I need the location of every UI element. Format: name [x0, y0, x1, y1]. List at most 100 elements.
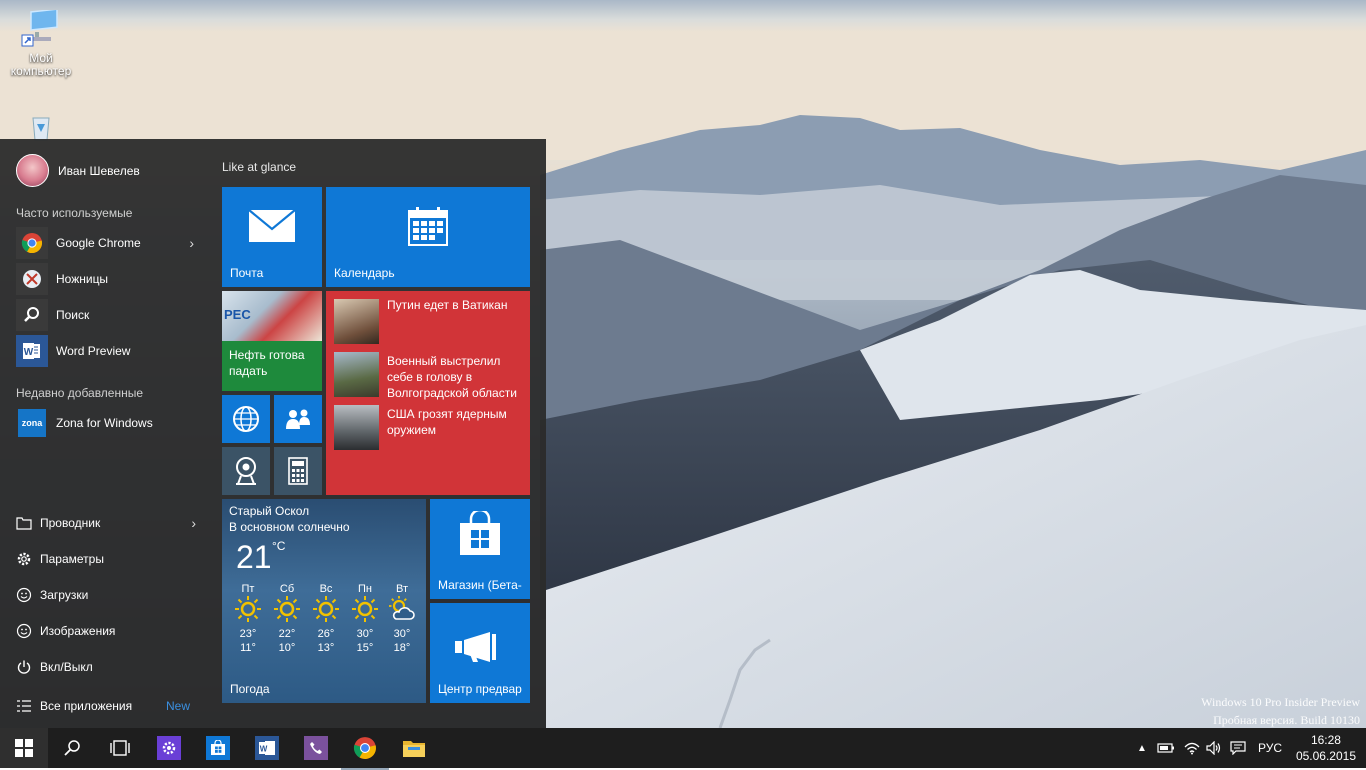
chevron-right-icon[interactable]: ›: [189, 235, 194, 251]
taskbar-search-button[interactable]: [48, 728, 96, 768]
downloads-icon: [14, 585, 34, 605]
system-item-power[interactable]: Вкл/Выкл: [14, 653, 204, 681]
windows-logo-icon: [15, 739, 33, 757]
tile-insider-hub[interactable]: Центр предвар: [430, 603, 530, 703]
taskbar-app-chrome[interactable]: [341, 728, 389, 770]
start-menu-left-pane: Иван Шевелев Часто используемые Google C…: [0, 139, 210, 728]
tile-label: Почта: [230, 266, 264, 280]
tile-group-title: Like at glance: [222, 160, 297, 174]
computer-icon: [21, 8, 61, 50]
tile-finance[interactable]: РЕС Нефть готова падать: [222, 291, 322, 391]
forecast-high: 30°: [356, 628, 374, 640]
tile-news[interactable]: Путин едет в Ватикан Военный выстрелил с…: [326, 291, 530, 495]
sun-icon: [274, 596, 300, 622]
app-search[interactable]: Поиск: [16, 299, 204, 331]
system-item-label: Вкл/Выкл: [40, 660, 93, 674]
webcam-icon: [236, 457, 256, 485]
chrome-icon: [16, 227, 48, 259]
app-word-preview[interactable]: W Word Preview: [16, 335, 204, 367]
phone-icon: [304, 736, 328, 760]
sun-icon: [352, 596, 378, 622]
chrome-icon: [353, 737, 376, 759]
forecast-day-name: Сб: [279, 583, 295, 595]
watermark-edition: Windows 10 Pro Insider Preview: [1201, 695, 1360, 709]
battery-icon[interactable]: [1157, 742, 1175, 754]
system-item-pictures[interactable]: Изображения: [14, 617, 204, 645]
taskbar-app-settings[interactable]: [145, 728, 193, 768]
svg-text:W: W: [24, 347, 34, 358]
forecast-low: 10°: [278, 642, 296, 654]
people-icon: [286, 409, 310, 429]
system-item-downloads[interactable]: Загрузки: [14, 581, 204, 609]
taskbar-app-viber[interactable]: [292, 728, 340, 768]
clock[interactable]: 16:28 05.06.2015: [1296, 732, 1356, 764]
weather-unit: °C: [272, 539, 286, 553]
search-icon: [16, 299, 48, 331]
system-item-settings[interactable]: Параметры: [14, 545, 204, 573]
calendar-icon: [408, 207, 448, 246]
tile-weather[interactable]: Старый Оскол В основном солнечно 21 °C П…: [222, 499, 426, 703]
folder-icon: [403, 741, 425, 757]
desktop-icon-label: Мой компьютер: [10, 51, 72, 78]
user-account[interactable]: Иван Шевелев: [16, 154, 140, 187]
start-menu-tiles: Like at glance Почта Календарь РЕС Нефть…: [210, 139, 546, 728]
new-badge: New: [165, 699, 190, 713]
forecast-low: 18°: [393, 642, 411, 654]
app-snipping-tool[interactable]: Ножницы: [16, 263, 204, 295]
chevron-up-icon[interactable]: ▲: [1135, 743, 1149, 754]
app-zona[interactable]: zona Zona for Windows: [16, 407, 204, 439]
all-apps-button[interactable]: Все приложения New: [14, 692, 204, 720]
app-label: Word Preview: [56, 344, 131, 358]
taskbar-app-file-explorer[interactable]: [390, 728, 438, 768]
svg-text:W: W: [260, 745, 268, 754]
chevron-right-icon[interactable]: ›: [191, 515, 196, 531]
news-headline-1: Путин едет в Ватикан: [387, 298, 508, 312]
taskbar-app-store[interactable]: [194, 728, 242, 768]
list-icon: [14, 696, 34, 716]
all-apps-label: Все приложения: [40, 699, 133, 713]
action-center-icon[interactable]: [1230, 741, 1246, 755]
power-icon: [14, 657, 34, 677]
search-icon: [64, 740, 80, 756]
forecast-high: 30°: [393, 628, 411, 640]
finance-headline: Нефть готова падать: [229, 348, 305, 378]
input-language[interactable]: РУС: [1258, 741, 1282, 755]
tile-mail[interactable]: Почта: [222, 187, 322, 287]
weather-city: Старый Оскол: [229, 504, 310, 518]
task-view-button[interactable]: [96, 728, 144, 768]
news-thumb-3: [334, 405, 379, 450]
start-button[interactable]: [0, 728, 48, 768]
zona-icon-text: zona: [21, 418, 43, 428]
tile-label: Магазин (Бета-: [438, 578, 522, 592]
tile-store[interactable]: Магазин (Бета-: [430, 499, 530, 599]
tile-calendar[interactable]: Календарь: [326, 187, 530, 287]
calculator-icon: [288, 457, 308, 485]
system-item-label: Параметры: [40, 552, 104, 566]
word-icon: W: [255, 736, 279, 760]
forecast-day: Пт 23° 11°: [229, 583, 267, 654]
system-item-label: Изображения: [40, 624, 116, 638]
taskbar-app-word[interactable]: W: [243, 728, 291, 768]
news-headline-3: США грозят ядерным оружием: [387, 407, 507, 437]
scissors-icon: [16, 263, 48, 295]
desktop-icon-my-computer[interactable]: Мой компьютер: [5, 8, 77, 78]
tile-people[interactable]: [274, 395, 322, 443]
system-item-explorer[interactable]: Проводник ›: [14, 509, 204, 537]
app-label: Поиск: [56, 308, 90, 322]
forecast-day-name: Вс: [319, 583, 333, 595]
forecast-low: 13°: [317, 642, 335, 654]
weather-condition: В основном солнечно: [229, 520, 350, 534]
task-view-icon: [110, 740, 130, 756]
tile-browser[interactable]: [222, 395, 270, 443]
tile-camera[interactable]: [222, 447, 270, 495]
wifi-icon[interactable]: [1184, 741, 1200, 755]
volume-icon[interactable]: [1206, 741, 1222, 755]
tile-label: Календарь: [334, 266, 395, 280]
pictures-icon: [14, 621, 34, 641]
megaphone-icon: [455, 632, 496, 662]
most-used-header: Часто используемые: [16, 206, 133, 220]
app-google-chrome[interactable]: Google Chrome ›: [16, 227, 204, 259]
tile-calculator[interactable]: [274, 447, 322, 495]
folder-icon: [14, 513, 34, 533]
gear-icon: [157, 736, 181, 760]
